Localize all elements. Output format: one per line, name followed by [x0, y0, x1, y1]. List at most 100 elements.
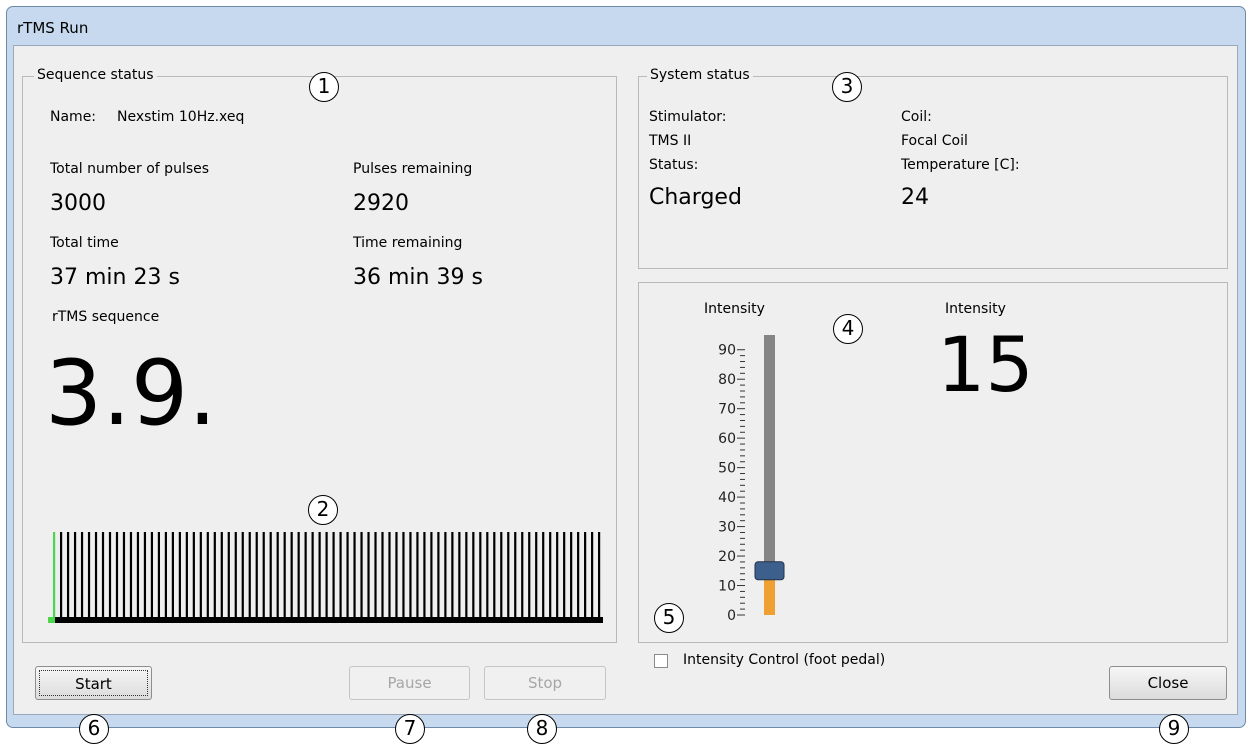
- pulse-bar: [535, 532, 538, 617]
- start-button[interactable]: Start: [35, 666, 152, 700]
- intensity-panel: Intensity Intensity 15 90 80 70 60 50 40 30 20 1…: [638, 282, 1228, 643]
- pulse-bar: [241, 532, 244, 617]
- pulse-bar: [255, 532, 258, 617]
- slider-tick-label: 40: [718, 490, 736, 506]
- pulse-bar: [234, 532, 237, 617]
- stimulator-label: Stimulator:: [649, 109, 727, 125]
- pulse-bar: [528, 532, 531, 617]
- pulse-bar: [563, 532, 566, 617]
- temperature-label: Temperature [C]:: [901, 157, 1020, 173]
- pulse-bar: [136, 532, 140, 617]
- stop-button[interactable]: Stop: [484, 666, 606, 700]
- pulse-bar: [185, 532, 188, 617]
- callout-5: 5: [654, 603, 684, 633]
- slider-tick-label: 20: [718, 549, 736, 565]
- foot-pedal-checkbox-box[interactable]: [654, 654, 668, 668]
- callout-2: 2: [308, 495, 338, 525]
- pulse-bar: [108, 532, 112, 617]
- pulse-bar: [318, 532, 321, 617]
- pulse-bar: [479, 532, 482, 617]
- intensity-slider-label: Intensity: [704, 301, 765, 317]
- callout-1: 1: [309, 72, 339, 102]
- pulse-bar: [458, 532, 461, 617]
- total-time-label: Total time: [50, 235, 119, 251]
- pulse-bar: [430, 532, 433, 617]
- foot-pedal-checkbox-label[interactable]: Intensity Control (foot pedal): [683, 652, 885, 668]
- pulse-bar: [80, 532, 84, 617]
- pulse-bar: [199, 532, 202, 617]
- pulse-bar: [304, 532, 307, 617]
- pulse-bar: [514, 532, 517, 617]
- pulse-bar: [220, 532, 223, 617]
- dialog-client-area: Sequence status Name: Nexstim 10Hz.xeq T…: [13, 45, 1238, 715]
- start-button-label[interactable]: Start: [39, 670, 148, 696]
- pulses-remaining-label: Pulses remaining: [353, 161, 473, 177]
- pulse-bar: [122, 532, 126, 617]
- pulse-bar: [374, 532, 377, 617]
- pulse-bar: [542, 532, 545, 617]
- slider-tick-label: 80: [718, 372, 736, 388]
- pulse-bar: [213, 532, 216, 617]
- rtms-sequence-number: 3.9.: [45, 341, 217, 446]
- pulse-bar: [437, 532, 440, 617]
- time-remaining-label: Time remaining: [353, 235, 463, 251]
- pulse-bar: [416, 532, 419, 617]
- pulse-bar: [500, 532, 503, 617]
- pulse-bar: [584, 532, 587, 617]
- pulse-bar: [59, 532, 63, 617]
- sequence-status-legend: Sequence status: [34, 67, 157, 83]
- pulse-bar: [248, 532, 251, 617]
- pulse-bar: [269, 532, 272, 617]
- callout-8: 8: [527, 714, 557, 744]
- pulse-train-progress: [48, 617, 55, 623]
- sequence-name-value: Nexstim 10Hz.xeq: [117, 109, 245, 125]
- pulse-bar: [53, 532, 56, 617]
- intensity-slider[interactable]: 90 80 70 60 50 40 30 20 10 0: [669, 328, 789, 628]
- pulse-bar: [598, 532, 601, 617]
- pulse-bar: [465, 532, 468, 617]
- pulse-bar: [409, 532, 412, 617]
- time-remaining-value: 36 min 39 s: [353, 265, 483, 290]
- status-label: Status:: [649, 157, 699, 173]
- slider-tick-label: 30: [718, 520, 736, 536]
- pause-button[interactable]: Pause: [349, 666, 470, 700]
- total-pulses-value: 3000: [50, 191, 106, 216]
- sequence-status-group: Sequence status Name: Nexstim 10Hz.xeq T…: [22, 67, 617, 643]
- callout-4: 4: [833, 314, 863, 344]
- pulse-bar: [570, 532, 573, 617]
- slider-tick-label: 70: [718, 402, 736, 418]
- slider-tick-label: 50: [718, 461, 736, 477]
- slider-thumb[interactable]: [754, 561, 785, 581]
- pulse-bar: [66, 532, 70, 617]
- status-value: Charged: [649, 185, 742, 210]
- pulse-train-baseline: [48, 617, 603, 623]
- slider-tick-label: 0: [727, 608, 736, 624]
- pulse-bar: [339, 532, 342, 617]
- pulse-bar: [423, 532, 426, 617]
- total-time-value: 37 min 23 s: [50, 265, 180, 290]
- slider-tick-label: 10: [718, 579, 736, 595]
- pulse-bar: [332, 532, 335, 617]
- pulse-bar: [402, 532, 405, 617]
- intensity-display-label: Intensity: [945, 301, 1006, 317]
- pulse-bar: [395, 532, 398, 617]
- pulse-bar: [353, 532, 356, 617]
- close-button[interactable]: Close: [1109, 666, 1227, 700]
- pulse-bar: [171, 532, 174, 617]
- pulse-bar: [556, 532, 559, 617]
- pulse-bar: [206, 532, 209, 617]
- pulse-bar: [360, 532, 363, 617]
- intensity-value-display: 15: [937, 320, 1034, 409]
- pulse-bar: [444, 532, 447, 617]
- rtms-sequence-label: rTMS sequence: [52, 309, 160, 325]
- pulse-bar: [290, 532, 293, 617]
- pulse-bar: [276, 532, 279, 617]
- pulse-bar: [451, 532, 454, 617]
- pulse-bar: [178, 532, 181, 617]
- pulse-bar: [472, 532, 475, 617]
- stimulator-value: TMS II: [649, 133, 692, 149]
- pulse-bar: [73, 532, 77, 617]
- pulses-remaining-value: 2920: [353, 191, 409, 216]
- pulse-bar: [262, 532, 265, 617]
- pulse-bar: [507, 532, 510, 617]
